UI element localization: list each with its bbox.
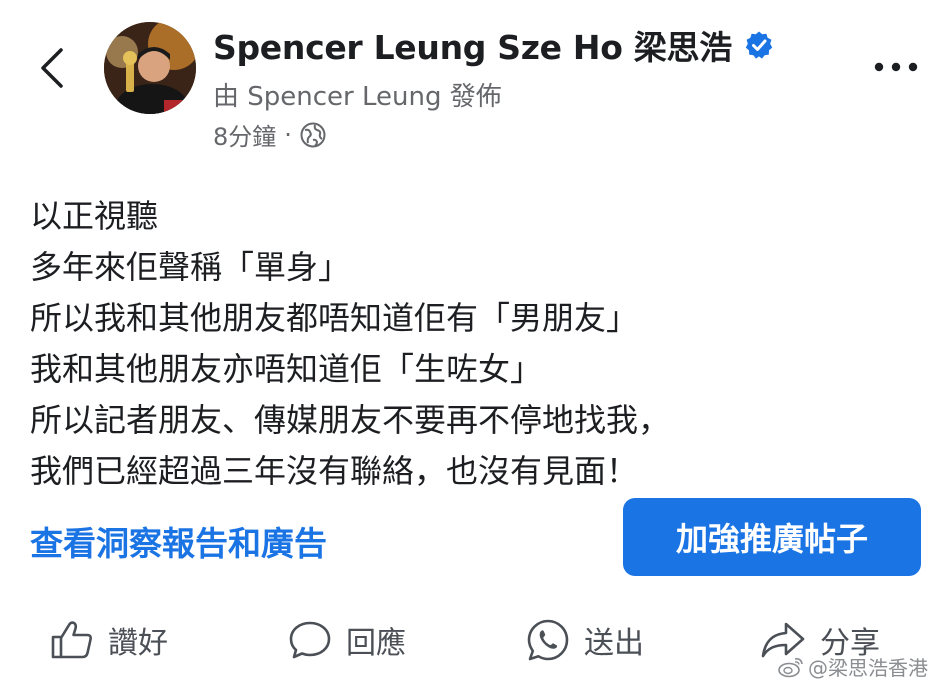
page-name-row: Spencer Leung Sze Ho 梁思浩 — [213, 20, 774, 70]
meta-separator: · — [284, 120, 292, 149]
send-label: 送出 — [584, 626, 644, 661]
post-time[interactable]: 8分鐘 — [213, 117, 276, 152]
comment-label: 回應 — [346, 626, 406, 661]
back-button[interactable] — [30, 40, 74, 96]
profile-photo — [104, 22, 196, 114]
like-button[interactable]: 讚好 — [50, 612, 168, 668]
like-label: 讚好 — [108, 626, 168, 661]
view-insights-link[interactable]: 查看洞察報告和廣告 — [30, 517, 327, 565]
avatar[interactable] — [104, 22, 196, 114]
post-line: 我和其他朋友亦唔知道佢「生咗女」 — [30, 350, 543, 388]
verified-badge-icon — [745, 31, 773, 59]
weibo-icon — [778, 657, 803, 677]
chevron-left-icon — [41, 48, 63, 88]
post-text: 以正視聽 多年來佢聲稱「單身」 所以我和其他朋友都唔知道佢有「男朋友」 我和其他… — [30, 191, 670, 497]
comment-button[interactable]: 回應 — [288, 612, 406, 668]
posted-by-label: 由 Spencer Leung 發佈 — [213, 82, 502, 112]
send-button[interactable]: 送出 — [526, 612, 644, 668]
watermark: @梁思浩香港 — [778, 652, 928, 681]
globe-icon[interactable] — [300, 122, 326, 148]
post-line: 所以記者朋友、傳媒朋友不要再不停地找我， — [30, 401, 671, 439]
post-line: 以正視聽 — [30, 197, 159, 235]
post-meta: 8分鐘 · — [213, 117, 326, 152]
page-name[interactable]: Spencer Leung Sze Ho 梁思浩 — [213, 21, 732, 69]
post-line: 我們已經超過三年沒有聯絡，也沒有見面！ — [30, 452, 639, 490]
watermark-text: @梁思浩香港 — [808, 656, 928, 680]
post-line: 多年來佢聲稱「單身」 — [30, 248, 351, 286]
boost-post-button[interactable]: 加強推廣帖子 — [623, 498, 921, 576]
thumbs-up-icon — [51, 621, 92, 659]
comment-bubble-icon — [289, 621, 331, 659]
post-line: 所以我和其他朋友都唔知道佢有「男朋友」 — [30, 299, 639, 337]
more-horizontal-icon — [874, 62, 918, 72]
whatsapp-icon — [527, 619, 569, 661]
more-options-button[interactable] — [866, 52, 926, 82]
